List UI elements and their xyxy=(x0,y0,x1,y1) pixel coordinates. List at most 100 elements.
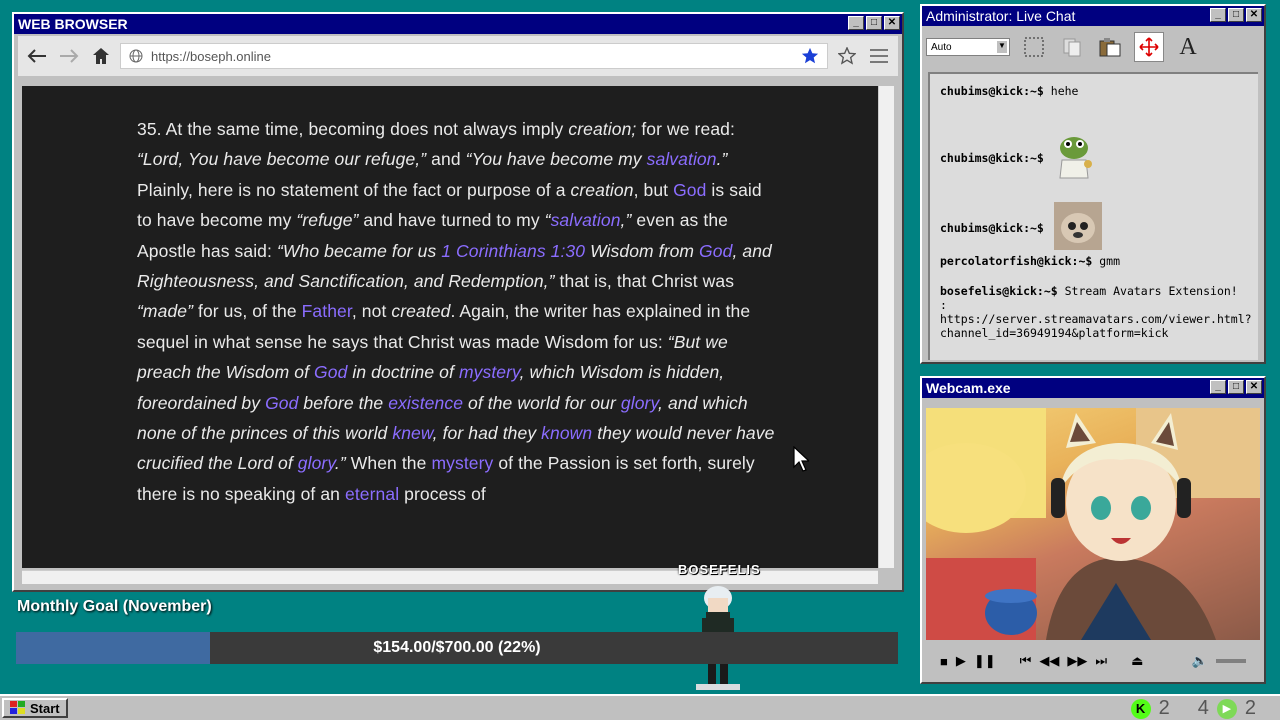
article-span: , not xyxy=(351,301,392,322)
article-span: creation; xyxy=(568,119,637,139)
article-span: Plainly, here is no statement of the fac… xyxy=(137,179,571,200)
play-icon[interactable]: ▶ xyxy=(956,653,966,669)
article-link[interactable]: salvation xyxy=(551,210,621,230)
skip-forward-icon[interactable]: ⏭ xyxy=(1095,653,1107,669)
minimize-button[interactable]: _ xyxy=(848,16,864,30)
chat-message: percolatorfish@kick:~$ gmm xyxy=(940,254,1250,268)
article-span: before the xyxy=(298,392,389,413)
address-bar[interactable]: https://boseph.online xyxy=(120,43,828,69)
rewind-icon[interactable]: ◀◀ xyxy=(1039,653,1059,669)
chat-title: Administrator: Live Chat xyxy=(926,8,1076,24)
article-link[interactable]: eternal xyxy=(345,484,399,504)
article-span: , but xyxy=(633,179,674,200)
pause-icon[interactable]: ❚❚ xyxy=(974,653,996,669)
article-link[interactable]: God xyxy=(673,180,706,200)
article-span: “Who became for us xyxy=(276,240,442,261)
chat-text: hehe xyxy=(1043,84,1079,98)
chat-username[interactable]: bosefelis@kick:~$ xyxy=(940,284,1058,298)
article-link[interactable]: existence xyxy=(388,393,463,413)
article-span: in doctrine of xyxy=(347,362,459,383)
close-button[interactable]: ✕ xyxy=(884,16,900,30)
chat-message: chubims@kick:~$ hehe xyxy=(940,84,1250,98)
page-content[interactable]: 35. At the same time, becoming does not … xyxy=(22,86,878,568)
maximize-button[interactable]: □ xyxy=(866,16,882,30)
start-button[interactable]: Start xyxy=(2,698,68,718)
webcam-titlebar[interactable]: Webcam.exe _ □ ✕ xyxy=(922,378,1264,398)
article-span: for us, of the xyxy=(193,301,302,322)
article-link[interactable]: knew xyxy=(392,423,432,443)
chat-username[interactable]: chubims@kick:~$ xyxy=(940,84,1044,98)
article-span: that is, that Christ was xyxy=(554,271,735,292)
article-span: ,” xyxy=(620,210,632,231)
article-link[interactable]: salvation xyxy=(647,149,717,169)
select-region-icon[interactable] xyxy=(1020,33,1048,61)
browser-title: WEB BROWSER xyxy=(18,16,128,32)
webcam-window: Webcam.exe _ □ ✕ ■ ▶ ❚❚ ⏮ ◀◀ ▶▶ ⏭ ⏏ 🔈 xyxy=(920,376,1266,684)
article-link[interactable]: God xyxy=(699,241,732,261)
chat-username[interactable]: chubims@kick:~$ xyxy=(940,151,1044,165)
chat-message: chubims@kick:~$ xyxy=(940,134,1250,183)
kick-icon[interactable]: K xyxy=(1130,698,1151,719)
chat-username[interactable]: percolatorfish@kick:~$ xyxy=(940,254,1092,268)
vertical-scrollbar[interactable] xyxy=(878,86,894,568)
article-span: “Lord, You have become our refuge,” xyxy=(137,149,427,170)
article-link[interactable]: God xyxy=(265,393,298,413)
close-button[interactable]: ✕ xyxy=(1246,8,1262,22)
forward-arrow-icon[interactable] xyxy=(56,43,82,69)
minimize-button[interactable]: _ xyxy=(1210,380,1226,394)
move-icon[interactable] xyxy=(1134,32,1164,62)
play-tray-icon[interactable]: ▶ xyxy=(1216,698,1237,719)
font-icon[interactable]: A xyxy=(1174,33,1202,61)
chat-toolbar: Auto ▼ A xyxy=(922,26,1264,68)
maximize-button[interactable]: □ xyxy=(1228,380,1244,394)
skip-back-icon[interactable]: ⏮ xyxy=(1020,653,1032,669)
article-link[interactable]: mystery xyxy=(459,362,520,382)
star-outline-icon[interactable] xyxy=(834,43,860,69)
article-link[interactable]: mystery xyxy=(431,453,493,473)
windows-logo-icon xyxy=(10,701,25,714)
fast-forward-icon[interactable]: ▶▶ xyxy=(1067,653,1087,669)
tray-count-1: 2 xyxy=(1158,697,1170,719)
back-arrow-icon[interactable] xyxy=(24,43,50,69)
chat-titlebar[interactable]: Administrator: Live Chat _ □ ✕ xyxy=(922,6,1264,26)
article-link[interactable]: glory xyxy=(621,393,658,413)
article-span: created xyxy=(391,301,451,322)
mouse-cursor-icon xyxy=(793,446,809,472)
home-icon[interactable] xyxy=(88,43,114,69)
article-link[interactable]: Father xyxy=(302,301,352,321)
close-button[interactable]: ✕ xyxy=(1246,380,1262,394)
article-link[interactable]: God xyxy=(314,362,347,382)
tray-count-3: 2 xyxy=(1244,697,1256,719)
article-link[interactable]: known xyxy=(541,423,592,443)
browser-window: WEB BROWSER _ □ ✕ https://boseph.online … xyxy=(12,12,904,592)
system-tray: K 2 4 ▶ 2 xyxy=(1130,697,1256,720)
volume-icon[interactable]: 🔈 xyxy=(1192,653,1208,669)
article-link[interactable]: glory xyxy=(298,453,335,473)
webcam-feed xyxy=(926,408,1260,640)
chat-username[interactable]: chubims@kick:~$ xyxy=(940,221,1044,235)
taskbar: Start K 2 4 ▶ 2 xyxy=(0,694,1280,720)
browser-titlebar[interactable]: WEB BROWSER _ □ ✕ xyxy=(14,14,902,34)
volume-slider[interactable] xyxy=(1216,659,1246,663)
eject-icon[interactable]: ⏏ xyxy=(1131,653,1143,669)
menu-icon[interactable] xyxy=(866,43,892,69)
minimize-button[interactable]: _ xyxy=(1210,8,1226,22)
article-link[interactable]: 1 Corinthians 1:30 xyxy=(441,241,585,261)
article-span: creation xyxy=(570,179,634,200)
article-span: 35. At the same time, becoming does not … xyxy=(137,119,569,139)
chat-text: gmm xyxy=(1092,254,1121,268)
avatar-name-tag: BOSEFELIS xyxy=(678,562,761,577)
goal-label: Monthly Goal (November) xyxy=(17,598,212,615)
stop-icon[interactable]: ■ xyxy=(940,654,948,669)
webcam-title: Webcam.exe xyxy=(926,380,1011,396)
copy-icon[interactable] xyxy=(1058,33,1086,61)
paste-icon[interactable] xyxy=(1096,33,1124,61)
star-filled-icon[interactable] xyxy=(801,47,819,65)
goal-progress-text: $154.00/$700.00 (22%) xyxy=(373,639,541,656)
chat-window: Administrator: Live Chat _ □ ✕ Auto ▼ A … xyxy=(920,4,1266,364)
select-value: Auto xyxy=(931,41,952,53)
url-text: https://boseph.online xyxy=(151,48,271,64)
maximize-button[interactable]: □ xyxy=(1228,8,1244,22)
font-size-select[interactable]: Auto ▼ xyxy=(926,38,1010,56)
chat-log[interactable]: chubims@kick:~$ hehe chubims@kick:~$ chubi… xyxy=(928,72,1258,360)
